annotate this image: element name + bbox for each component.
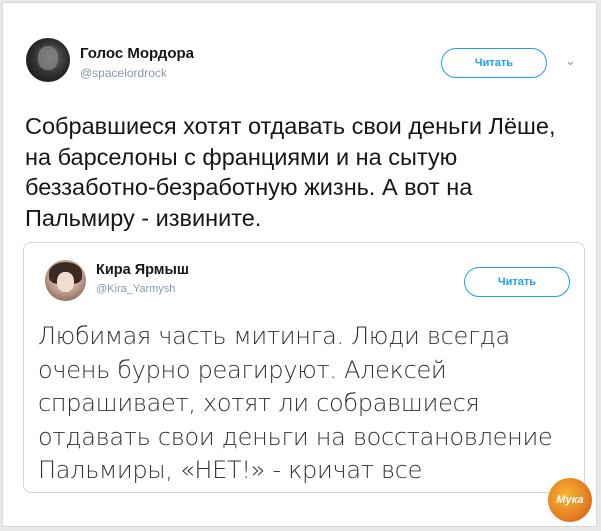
author-avatar[interactable] (26, 38, 70, 82)
quoted-tweet-text: Любимая часть митинга. Люди всегда очень… (38, 322, 553, 484)
quoted-author-avatar[interactable] (45, 260, 86, 301)
tweet-card: Голос Мордора @spacelordrock Читать ⌄ Со… (2, 2, 597, 527)
quoted-author-handle[interactable]: @Kira_Yarmysh (96, 283, 175, 295)
avatar-face (38, 46, 58, 70)
chevron-down-icon[interactable]: ⌄ (565, 53, 576, 69)
tweet-text: Собравшиеся хотят отдавать свои деньги Л… (25, 113, 556, 231)
quoted-tweet[interactable]: Кира Ярмыш @Kira_Yarmysh Читать Любимая … (23, 242, 585, 493)
follow-button[interactable]: Читать (441, 48, 547, 78)
watermark-logo: Мука (548, 478, 592, 522)
author-handle[interactable]: @spacelordrock (80, 66, 167, 80)
quoted-author-name[interactable]: Кира Ярмыш (96, 262, 189, 278)
author-name[interactable]: Голос Мордора (80, 45, 194, 62)
quoted-follow-button[interactable]: Читать (464, 267, 570, 297)
avatar-face (57, 272, 74, 292)
